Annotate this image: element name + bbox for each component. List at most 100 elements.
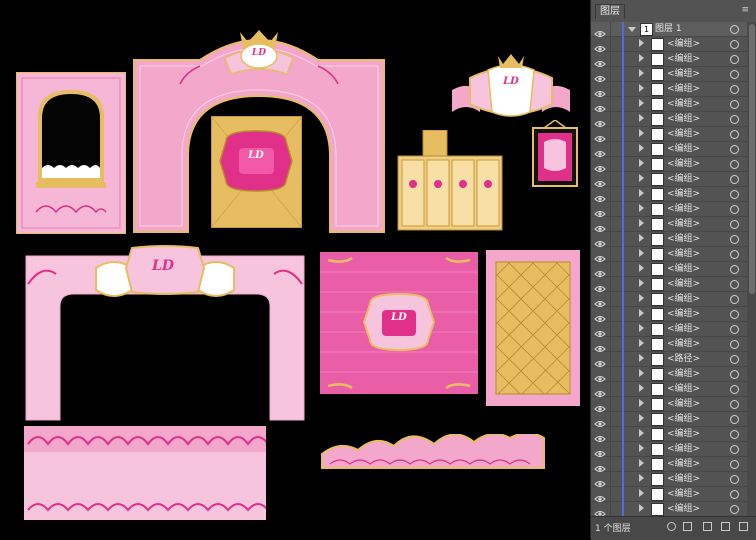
lock-toggle[interactable]	[610, 412, 619, 426]
target-circle-icon[interactable]	[730, 205, 739, 214]
lock-toggle[interactable]	[610, 277, 619, 291]
layer-row[interactable]: <编组>	[591, 82, 747, 97]
lock-toggle[interactable]	[610, 172, 619, 186]
expand-arrow-icon[interactable]	[639, 489, 644, 497]
target-circle-icon[interactable]	[730, 370, 739, 379]
lock-toggle[interactable]	[610, 52, 619, 66]
expand-arrow-icon[interactable]	[639, 399, 644, 407]
layer-row[interactable]: <编组>	[591, 277, 747, 292]
layer-row-parent[interactable]: 1 图层 1	[591, 22, 747, 37]
expand-arrow-icon[interactable]	[639, 54, 644, 62]
visibility-eye-icon[interactable]	[594, 294, 606, 307]
expand-arrow-icon[interactable]	[639, 84, 644, 92]
visibility-eye-icon[interactable]	[594, 189, 606, 202]
layer-name[interactable]: <编组>	[667, 37, 700, 51]
layer-name[interactable]: <编组>	[667, 367, 700, 381]
lock-toggle[interactable]	[610, 307, 619, 321]
target-circle-icon[interactable]	[730, 115, 739, 124]
expand-arrow-icon[interactable]	[639, 69, 644, 77]
expand-arrow-icon[interactable]	[639, 234, 644, 242]
layer-name[interactable]: <编组>	[667, 457, 700, 471]
lock-toggle[interactable]	[610, 442, 619, 456]
lock-toggle[interactable]	[610, 82, 619, 96]
target-circle-icon[interactable]	[730, 175, 739, 184]
target-circle-icon[interactable]	[730, 70, 739, 79]
layer-name[interactable]: <编组>	[667, 502, 700, 516]
expand-arrow-icon[interactable]	[639, 384, 644, 392]
lock-toggle[interactable]	[610, 502, 619, 516]
layer-name[interactable]: <编组>	[667, 217, 700, 231]
target-circle-icon[interactable]	[730, 265, 739, 274]
target-circle-icon[interactable]	[730, 40, 739, 49]
layer-name[interactable]: <编组>	[667, 142, 700, 156]
expand-arrow-icon[interactable]	[639, 114, 644, 122]
target-circle-icon[interactable]	[730, 460, 739, 469]
target-circle-icon[interactable]	[730, 295, 739, 304]
layer-row[interactable]: <编组>	[591, 37, 747, 52]
visibility-eye-icon[interactable]	[594, 369, 606, 382]
expand-arrow-icon[interactable]	[639, 339, 644, 347]
layer-row[interactable]: <编组>	[591, 427, 747, 442]
expand-arrow-icon[interactable]	[639, 294, 644, 302]
artwork-bottom-banner[interactable]	[24, 426, 266, 520]
layer-name[interactable]: <编组>	[667, 97, 700, 111]
visibility-eye-icon[interactable]	[594, 474, 606, 487]
lock-toggle[interactable]	[610, 37, 619, 51]
expand-arrow-icon[interactable]	[639, 39, 644, 47]
layer-name[interactable]: <编组>	[667, 52, 700, 66]
target-circle-icon[interactable]	[730, 160, 739, 169]
expand-arrow-icon[interactable]	[639, 354, 644, 362]
target-circle-icon[interactable]	[730, 25, 739, 34]
target-circle-icon[interactable]	[730, 130, 739, 139]
lock-toggle[interactable]	[610, 22, 619, 36]
layer-row[interactable]: <编组>	[591, 397, 747, 412]
expand-arrow-icon[interactable]	[639, 219, 644, 227]
visibility-eye-icon[interactable]	[594, 84, 606, 97]
layer-name[interactable]: <编组>	[667, 232, 700, 246]
layer-name[interactable]: <编组>	[667, 157, 700, 171]
layer-row[interactable]: <编组>	[591, 502, 747, 516]
target-circle-icon[interactable]	[730, 415, 739, 424]
target-circle-icon[interactable]	[730, 475, 739, 484]
visibility-eye-icon[interactable]	[594, 249, 606, 262]
layer-name[interactable]: <编组>	[667, 322, 700, 336]
artwork-pink-damask-panel[interactable]	[320, 252, 478, 394]
expand-arrow-icon[interactable]	[639, 309, 644, 317]
lock-toggle[interactable]	[610, 97, 619, 111]
layers-panel-tab[interactable]: 图层	[595, 4, 625, 19]
expand-arrow-icon[interactable]	[639, 99, 644, 107]
layer-row[interactable]: <编组>	[591, 307, 747, 322]
expand-arrow-icon[interactable]	[639, 324, 644, 332]
lock-toggle[interactable]	[610, 352, 619, 366]
lock-toggle[interactable]	[610, 232, 619, 246]
target-circle-icon[interactable]	[730, 400, 739, 409]
lock-toggle[interactable]	[610, 67, 619, 81]
layer-row[interactable]: <编组>	[591, 457, 747, 472]
lock-toggle[interactable]	[610, 337, 619, 351]
target-circle-icon[interactable]	[730, 385, 739, 394]
lock-toggle[interactable]	[610, 457, 619, 471]
visibility-eye-icon[interactable]	[594, 429, 606, 442]
target-circle-icon[interactable]	[730, 310, 739, 319]
lock-toggle[interactable]	[610, 247, 619, 261]
lock-toggle[interactable]	[610, 382, 619, 396]
artwork-gold-panel[interactable]	[211, 116, 302, 228]
lock-toggle[interactable]	[610, 262, 619, 276]
visibility-eye-icon[interactable]	[594, 39, 606, 52]
delete-layer-icon[interactable]	[739, 522, 748, 531]
layer-name[interactable]: <编组>	[667, 67, 700, 81]
layer-name[interactable]: <编组>	[667, 277, 700, 291]
layer-name[interactable]: <编组>	[667, 187, 700, 201]
artwork-gold-boxes[interactable]	[396, 130, 504, 232]
layer-name[interactable]: <编组>	[667, 412, 700, 426]
layer-row[interactable]: <编组>	[591, 52, 747, 67]
target-circle-icon[interactable]	[730, 235, 739, 244]
layer-row[interactable]: <编组>	[591, 487, 747, 502]
layer-name[interactable]: <编组>	[667, 262, 700, 276]
visibility-eye-icon[interactable]	[594, 384, 606, 397]
layer-name[interactable]: <编组>	[667, 307, 700, 321]
layer-row[interactable]: <编组>	[591, 232, 747, 247]
lock-toggle[interactable]	[610, 472, 619, 486]
layer-row[interactable]: <编组>	[591, 142, 747, 157]
visibility-eye-icon[interactable]	[594, 219, 606, 232]
